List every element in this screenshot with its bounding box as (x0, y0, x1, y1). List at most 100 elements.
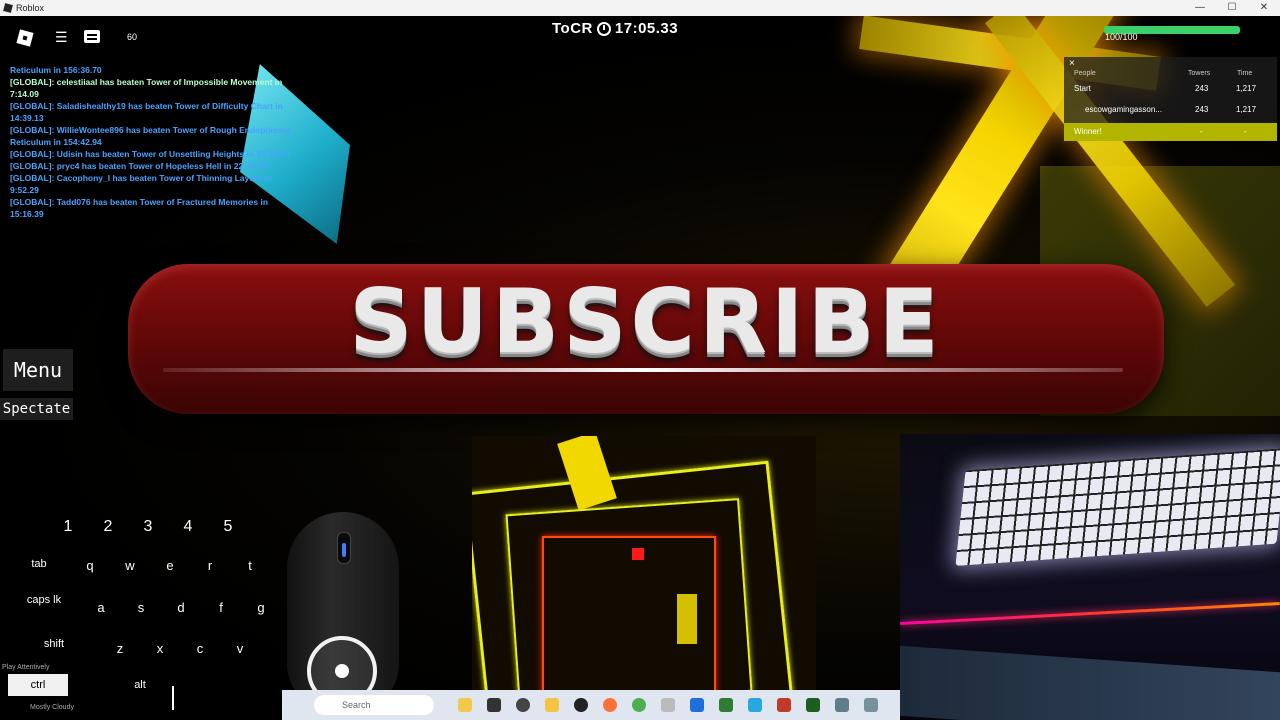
close-icon[interactable]: × (1069, 58, 1075, 69)
fps-counter: 60 (127, 32, 138, 42)
chat-log: Reticulum in 156:36.70 [GLOBAL]: celestii… (10, 64, 315, 220)
roblox-app-icon (3, 3, 13, 13)
close-window-button[interactable]: ✕ (1248, 0, 1280, 16)
key-4[interactable]: 4 (176, 518, 200, 536)
spectate-button[interactable]: Spectate (0, 398, 73, 420)
key-g[interactable]: g (249, 600, 273, 615)
widget-icon[interactable] (458, 698, 472, 712)
taskbar-search[interactable]: Search (314, 695, 434, 715)
timer-label: ToCR (552, 20, 593, 37)
key-q[interactable]: q (78, 558, 102, 573)
app-icon[interactable] (516, 698, 530, 712)
key-2[interactable]: 2 (96, 518, 120, 536)
scroll-wheel (337, 532, 351, 564)
hamburger-menu-icon[interactable]: ☰ (55, 30, 69, 44)
chat-message: [GLOBAL]: celestiiaal has beaten Tower o… (10, 77, 283, 87)
app-icon[interactable] (748, 698, 762, 712)
overlay-caption: Play Attentively (2, 664, 50, 671)
key-5[interactable]: 5 (216, 518, 240, 536)
chat-message: [GLOBAL]: Cacophony_I has beaten Tower o… (10, 173, 272, 183)
maximize-button[interactable]: ☐ (1216, 0, 1248, 16)
key-a[interactable]: a (89, 600, 113, 615)
key-tab[interactable]: tab (24, 558, 54, 570)
chrome-icon[interactable] (632, 698, 646, 712)
leaderboard-winner-row[interactable]: Winner! - - (1064, 123, 1277, 141)
key-d[interactable]: d (169, 600, 193, 615)
player-time: 1,217 (1236, 84, 1257, 93)
chat-message: 15:16.39 (10, 209, 44, 219)
player-towers: 243 (1195, 84, 1209, 93)
key-e[interactable]: e (158, 558, 182, 573)
key-caps-lk[interactable]: caps lk (26, 594, 62, 606)
key-3[interactable]: 3 (136, 518, 160, 536)
leaderboard-row[interactable]: Start 243 1,217 (1064, 79, 1277, 99)
player-time: 1,217 (1236, 105, 1257, 114)
key-t[interactable]: t (238, 558, 262, 573)
leaderboard-header-time: Time (1237, 70, 1253, 77)
player-name: escowgamingasson... (1085, 105, 1162, 114)
chat-icon[interactable] (84, 30, 100, 43)
chat-message: 7:14.09 (10, 89, 39, 99)
windows-taskbar: Search (282, 690, 900, 720)
key-shift[interactable]: shift (38, 638, 70, 650)
chat-message: [GLOBAL]: Saladishealthy19 has beaten To… (10, 101, 283, 111)
file-explorer-icon[interactable] (545, 698, 559, 712)
tower-camera-view (472, 436, 816, 720)
chat-message: 14:39.13 (10, 113, 44, 123)
key-f[interactable]: f (209, 600, 233, 615)
subscribe-text: SUBSCRIBE (349, 270, 943, 373)
health-text: 100/100 (1105, 32, 1138, 42)
app-icon[interactable] (777, 698, 791, 712)
led-strip (900, 602, 1280, 625)
leaderboard-row[interactable]: escowgamingasson... 243 1,217 (1064, 100, 1277, 120)
player-name: Start (1074, 84, 1091, 93)
chat-message: [GLOBAL]: WillieWontee896 has beaten Tow… (10, 125, 293, 135)
key-w[interactable]: w (118, 558, 142, 573)
app-icon[interactable] (806, 698, 820, 712)
chat-message: [GLOBAL]: pryc4 has beaten Tower of Hope… (10, 161, 268, 171)
mouse-overlay (287, 512, 399, 712)
ctrl-key[interactable]: ctrl (8, 674, 68, 696)
notepad-icon[interactable] (835, 698, 849, 712)
alt-key-area (70, 674, 170, 710)
weather-caption: Mostly Cloudy (30, 704, 74, 711)
winner-time: - (1244, 127, 1247, 136)
window-title: Roblox (16, 3, 45, 13)
laptop-camera (900, 645, 1280, 720)
winner-towers: - (1200, 127, 1203, 136)
divider (172, 686, 174, 710)
key-z[interactable]: z (108, 641, 132, 656)
chat-message: 9:52.29 (10, 185, 39, 195)
key-x[interactable]: x (148, 641, 172, 656)
window-titlebar: Roblox — ☐ ✕ (0, 0, 1280, 16)
timer-value: 17:05.33 (614, 20, 679, 37)
store-icon[interactable] (690, 698, 704, 712)
minimize-button[interactable]: — (1184, 0, 1216, 16)
chat-message: [GLOBAL]: Udisin has beaten Tower of Uns… (10, 149, 291, 159)
keyboard-camera (955, 448, 1280, 566)
player-character (632, 548, 644, 560)
leaderboard-header-people: People (1074, 70, 1096, 77)
mouse-dot (335, 664, 349, 678)
key-s[interactable]: s (129, 600, 153, 615)
player-towers: 243 (1195, 105, 1209, 114)
winner-label: Winner! (1074, 127, 1102, 136)
key-v[interactable]: v (228, 641, 252, 656)
obs-icon[interactable] (574, 698, 588, 712)
task-view-icon[interactable] (487, 698, 501, 712)
alt-key[interactable]: alt (129, 679, 151, 691)
menu-button[interactable]: Menu (3, 349, 73, 391)
mouse-app-icon[interactable] (661, 698, 675, 712)
key-r[interactable]: r (198, 558, 222, 573)
app-icon[interactable] (719, 698, 733, 712)
calculator-icon[interactable] (864, 698, 878, 712)
run-timer: ToCR 17:05.33 (552, 20, 678, 37)
firefox-icon[interactable] (603, 698, 617, 712)
leaderboard-header-towers: Towers (1188, 70, 1211, 77)
leaderboard: × People Towers Time Start 243 1,217 esc… (1064, 57, 1277, 141)
tower-block (677, 594, 697, 644)
key-1[interactable]: 1 (56, 518, 80, 536)
clock-icon (596, 21, 611, 36)
webcam-overlay (900, 434, 1280, 720)
key-c[interactable]: c (188, 641, 212, 656)
